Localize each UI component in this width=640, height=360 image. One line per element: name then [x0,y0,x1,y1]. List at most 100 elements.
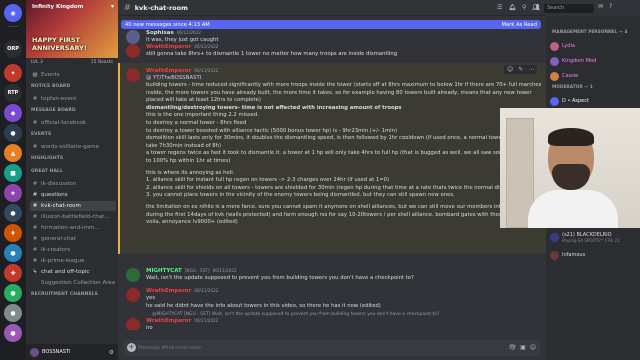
avatar[interactable] [126,44,140,58]
avatar[interactable] [126,30,140,44]
channel-kvk-chat-room[interactable]: # kvk-chat-room [30,201,116,211]
author-name-text[interactable]: WrathEmperor [146,44,191,50]
message-line: no [146,325,153,330]
new-messages-text: 40 new messages since 4:13 AM [125,21,210,28]
server-teal-icon[interactable]: ■ [4,164,22,182]
gif-icon[interactable]: ▣ [520,344,526,351]
server-banner[interactable]: Infinity Kingdom ▾ HAPPY FIRST ANNIVERSA… [26,0,118,58]
gift-icon[interactable]: 🎁︎ [508,344,516,351]
avatar[interactable] [126,68,140,82]
server-gray-icon[interactable]: ● [4,304,22,322]
server-amber-icon[interactable]: ♦ [4,224,22,242]
member-item[interactable]: Lydia [550,40,638,52]
author-name-text[interactable]: WrathEmperor [146,318,191,324]
member-item[interactable]: Kingdom Mod [550,55,638,67]
channel-category[interactable]: RECRUITMENT CHANNELS [31,292,98,297]
member-name: D • Aspect [562,98,589,104]
server-slate-icon[interactable]: ● [4,204,22,222]
message-list: ☺ ✎ ⋯ Sophisas 06/11/2022 it was, they jus… [118,30,546,330]
reply-preview[interactable]: @MIGHTYCAT [NGU - SST] Wait, isn't the u… [152,312,439,317]
channel-suggestion-collection-area[interactable]: Suggestion Collection Area [30,278,116,288]
avatar[interactable] [550,56,559,66]
new-messages-bar[interactable]: 40 new messages since 4:13 AM Mark As Re… [121,20,541,29]
header-actions: ☰ 🔔︎ ⚲ 👥︎ [497,4,540,11]
channel-category[interactable]: GREAT HALL [31,169,63,174]
threads-icon[interactable]: ☰ [497,4,502,11]
pin-icon[interactable]: ⚲ [522,4,526,11]
channel-events[interactable]: ▦ Events [30,70,116,80]
channel-category[interactable]: HIGHLIGHTS [31,156,63,161]
gear-icon[interactable]: ⚙ [109,349,114,356]
channel-illusion-battlefield-chat[interactable]: # illusion-battlefield-chat... [30,212,116,222]
server-blue-icon[interactable]: ● [4,244,22,262]
rail-divider [8,26,18,27]
inbox-icon[interactable]: ✉ [598,3,603,10]
channel-ik-discussion[interactable]: # ik-discussion [30,179,116,189]
channel-topfan-event[interactable]: # topfan-event [30,94,116,104]
avatar[interactable] [126,288,140,302]
server-dark-icon[interactable]: ● [4,124,22,142]
server-lilac-icon[interactable]: ● [4,324,22,342]
hash-icon: # [32,181,38,187]
author-name[interactable]: WrathEmperor 06/11/2022 [146,68,218,74]
channel-general-chat[interactable]: # general-chat [30,234,116,244]
member-item[interactable]: Cassie [550,70,638,82]
more-icon[interactable]: ⋯ [528,66,534,73]
server-purple-icon[interactable]: ◆ [4,104,22,122]
server-violet-icon[interactable]: ★ [4,184,22,202]
author-name[interactable]: MIGHTYCAT [NGU - SST] 06/11/2022 [146,268,237,274]
channel-category[interactable]: MESSAGE BOARD [31,108,76,113]
server-orp[interactable]: ORP [4,40,22,58]
avatar[interactable] [550,250,559,260]
avatar[interactable] [126,268,140,282]
author-name[interactable]: WrathEmperor 06/11/2022 [146,44,218,50]
server-orange-icon[interactable]: ▲ [4,144,22,162]
mention[interactable]: @ YT/TheBOSSNASTI [146,75,541,81]
channel-ik-prime-league[interactable]: # ik-prime-league [30,256,116,266]
user-panel[interactable]: BOSSNASTI ⚙ [26,344,118,360]
server-red-icon[interactable]: ✦ [4,64,22,82]
channel-questions[interactable]: # questions [30,190,116,200]
avatar[interactable] [126,318,140,330]
avatar[interactable] [550,41,559,51]
channel-category[interactable]: NOTICE BOARD [31,84,70,89]
emoji-icon[interactable]: ☺ [530,344,536,351]
message-composer[interactable]: + Message #kvk-chat-room 🎁︎ ▣ ☺ [124,340,540,356]
message-line: dismantling/destroying towers- time is n… [146,104,402,111]
mark-as-read-button[interactable]: Mark As Read [502,22,537,28]
avatar[interactable] [30,347,39,357]
bell-icon[interactable]: 🔔︎ [508,4,516,11]
member-item[interactable]: D • Aspect [550,95,638,107]
chevron-down-icon[interactable]: ▾ [111,3,114,10]
help-icon[interactable]: ? [609,3,612,10]
channel-official-facebook[interactable]: # official-facebook [30,118,116,128]
server-rtp[interactable]: RTP [4,84,22,102]
boost-bar[interactable]: LVL 3 15 Boosts [26,58,118,68]
channel-ik-creators[interactable]: # ik-creators [30,245,116,255]
author-name-text[interactable]: MIGHTYCAT [146,268,182,274]
avatar[interactable] [550,96,559,106]
author-name-text[interactable]: WrathEmperor [146,68,191,74]
member-item[interactable]: Infamous [550,249,638,261]
author-name[interactable]: WrathEmperor 06/11/2022 [146,318,218,324]
author-name[interactable]: Sophisas 06/11/2022 [146,30,201,36]
avatar[interactable] [550,71,559,81]
channel-category[interactable]: EVENTS [31,132,51,137]
plus-icon[interactable]: + [127,343,136,352]
avatar[interactable] [550,232,559,242]
edit-icon[interactable]: ✎ [518,66,523,73]
author-name-text[interactable]: Sophisas [146,30,174,36]
members-icon[interactable]: 👥︎ [532,4,540,11]
channel-chat-and-off-topic[interactable]: ↳ chat and off-topic [30,267,116,277]
home-icon[interactable]: ◉ [4,4,22,22]
message-line: still gonna take 8hrs+ to dismantle 1 to… [146,51,398,57]
add-reaction-icon[interactable]: ☺ [507,66,513,73]
server-crimson-icon[interactable]: ✚ [4,264,22,282]
channel-words-solitaire-game[interactable]: # words-solitaire-game [30,142,116,152]
server-green-icon[interactable]: ● [4,284,22,302]
author-name[interactable]: WrathEmperor 06/11/2022 [146,288,218,294]
author-name-text[interactable]: WrathEmperor [146,288,191,294]
channel-formation-and-imm[interactable]: # formation-and-imm... [30,223,116,233]
member-item[interactable]: (s21) BLACKDELRIO Playing EA SPORTS™ FIFA… [550,231,638,243]
search-input[interactable]: Search [544,4,594,13]
